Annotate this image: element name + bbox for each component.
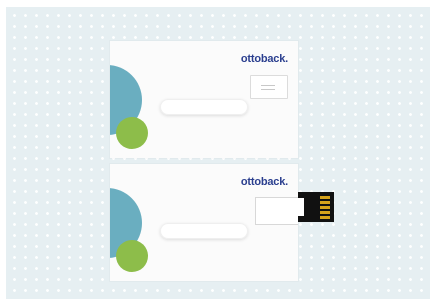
brand-logo: ottoback. — [240, 53, 288, 65]
usb-outline — [250, 75, 288, 99]
green-circle — [116, 117, 148, 149]
card-bottom: ottoback. — [110, 164, 298, 281]
green-circle — [116, 240, 148, 272]
usb-plug — [298, 192, 334, 222]
usb-slot — [255, 197, 298, 225]
usb-pin — [320, 201, 330, 204]
usb-pin — [320, 216, 330, 219]
usb-pin — [320, 211, 330, 214]
usb-mark-icon — [261, 85, 275, 90]
usb-notch — [298, 198, 304, 216]
usb-pin — [320, 206, 330, 209]
usb-pin — [320, 196, 330, 199]
name-pill — [160, 223, 248, 239]
brand-logo: ottoback. — [240, 176, 288, 188]
name-pill — [160, 99, 248, 115]
card-top: ottoback. — [110, 41, 298, 158]
